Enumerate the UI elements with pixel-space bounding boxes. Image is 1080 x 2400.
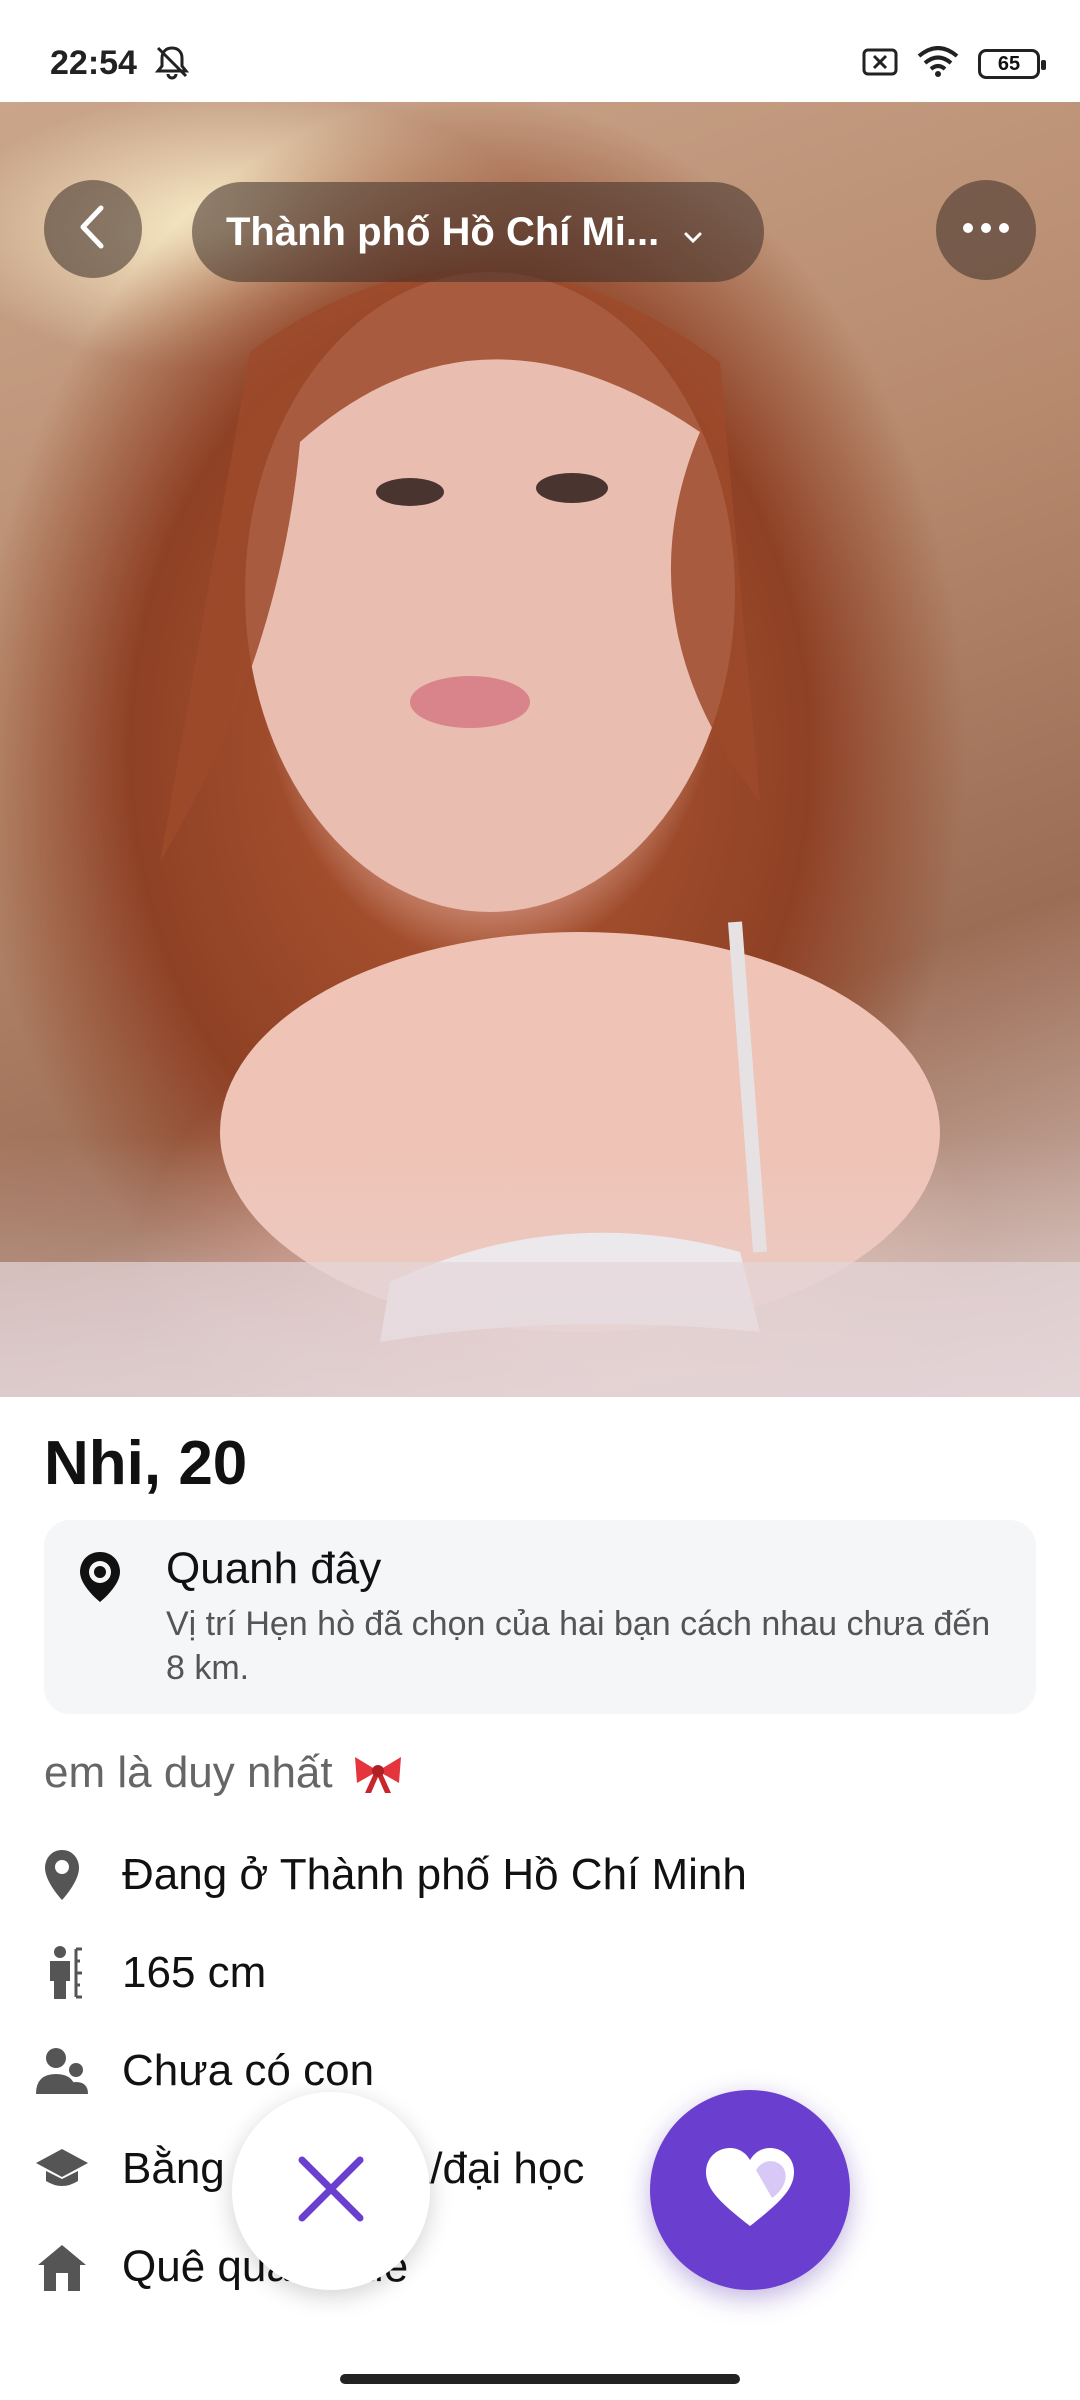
detail-location-text: Đang ở Thành phố Hồ Chí Minh xyxy=(122,1850,747,1899)
education-icon xyxy=(34,2141,90,2197)
profile-name-age: Nhi, 20 xyxy=(44,1429,248,1498)
close-icon xyxy=(296,2154,366,2229)
status-time: 22:54 xyxy=(50,44,137,82)
more-icon xyxy=(962,221,1010,239)
dislike-button[interactable] xyxy=(232,2092,430,2290)
back-button[interactable] xyxy=(44,180,142,278)
location-target-icon xyxy=(76,1550,124,1604)
heart-icon xyxy=(702,2146,798,2235)
home-indicator[interactable] xyxy=(340,2374,740,2384)
ribbon-emoji xyxy=(351,1753,405,1793)
battery-icon: 65 xyxy=(978,49,1046,79)
home-icon xyxy=(34,2239,90,2295)
sim-blocked-icon xyxy=(862,48,898,81)
mute-icon xyxy=(152,44,192,80)
detail-children: Chưa có con xyxy=(34,2036,374,2106)
detail-children-text: Chưa có con xyxy=(122,2046,375,2095)
city-label: Thành phố Hồ Chí Mi... xyxy=(226,209,660,254)
distance-card: Quanh đây Vị trí Hẹn hò đã chọn của hai … xyxy=(44,1520,1036,1714)
detail-height-text: 165 cm xyxy=(122,1948,267,1997)
status-icons: 65 xyxy=(862,44,1046,84)
bio-label: em là duy nhất xyxy=(44,1748,333,1797)
detail-education: Bằng cao đẳng\/đại học xyxy=(34,2134,584,2204)
more-options-button[interactable] xyxy=(936,180,1036,280)
distance-description: Vị trí Hẹn hò đã chọn của hai bạn cách n… xyxy=(166,1605,991,1687)
city-selector[interactable]: Thành phố Hồ Chí Mi... xyxy=(192,182,764,282)
battery-level: 65 xyxy=(997,52,1021,75)
status-bar: 22:54 65 xyxy=(0,0,1080,102)
profile-photo[interactable] xyxy=(0,102,1080,1397)
height-icon xyxy=(34,1945,90,2001)
children-icon xyxy=(34,2043,90,2099)
detail-height: 165 cm xyxy=(34,1938,266,2008)
location-pin-icon xyxy=(34,1847,90,1903)
distance-title: Quanh đây xyxy=(166,1544,382,1593)
like-button[interactable] xyxy=(650,2090,850,2290)
wifi-icon xyxy=(916,45,960,83)
back-icon xyxy=(73,204,113,255)
detail-location: Đang ở Thành phố Hồ Chí Minh xyxy=(34,1840,747,1910)
chevron-down-icon xyxy=(683,210,703,255)
photo-shade xyxy=(0,1137,1080,1397)
detail-hometown: Quê quán Huế xyxy=(34,2232,408,2302)
bio-text: em là duy nhất xyxy=(44,1748,405,1798)
